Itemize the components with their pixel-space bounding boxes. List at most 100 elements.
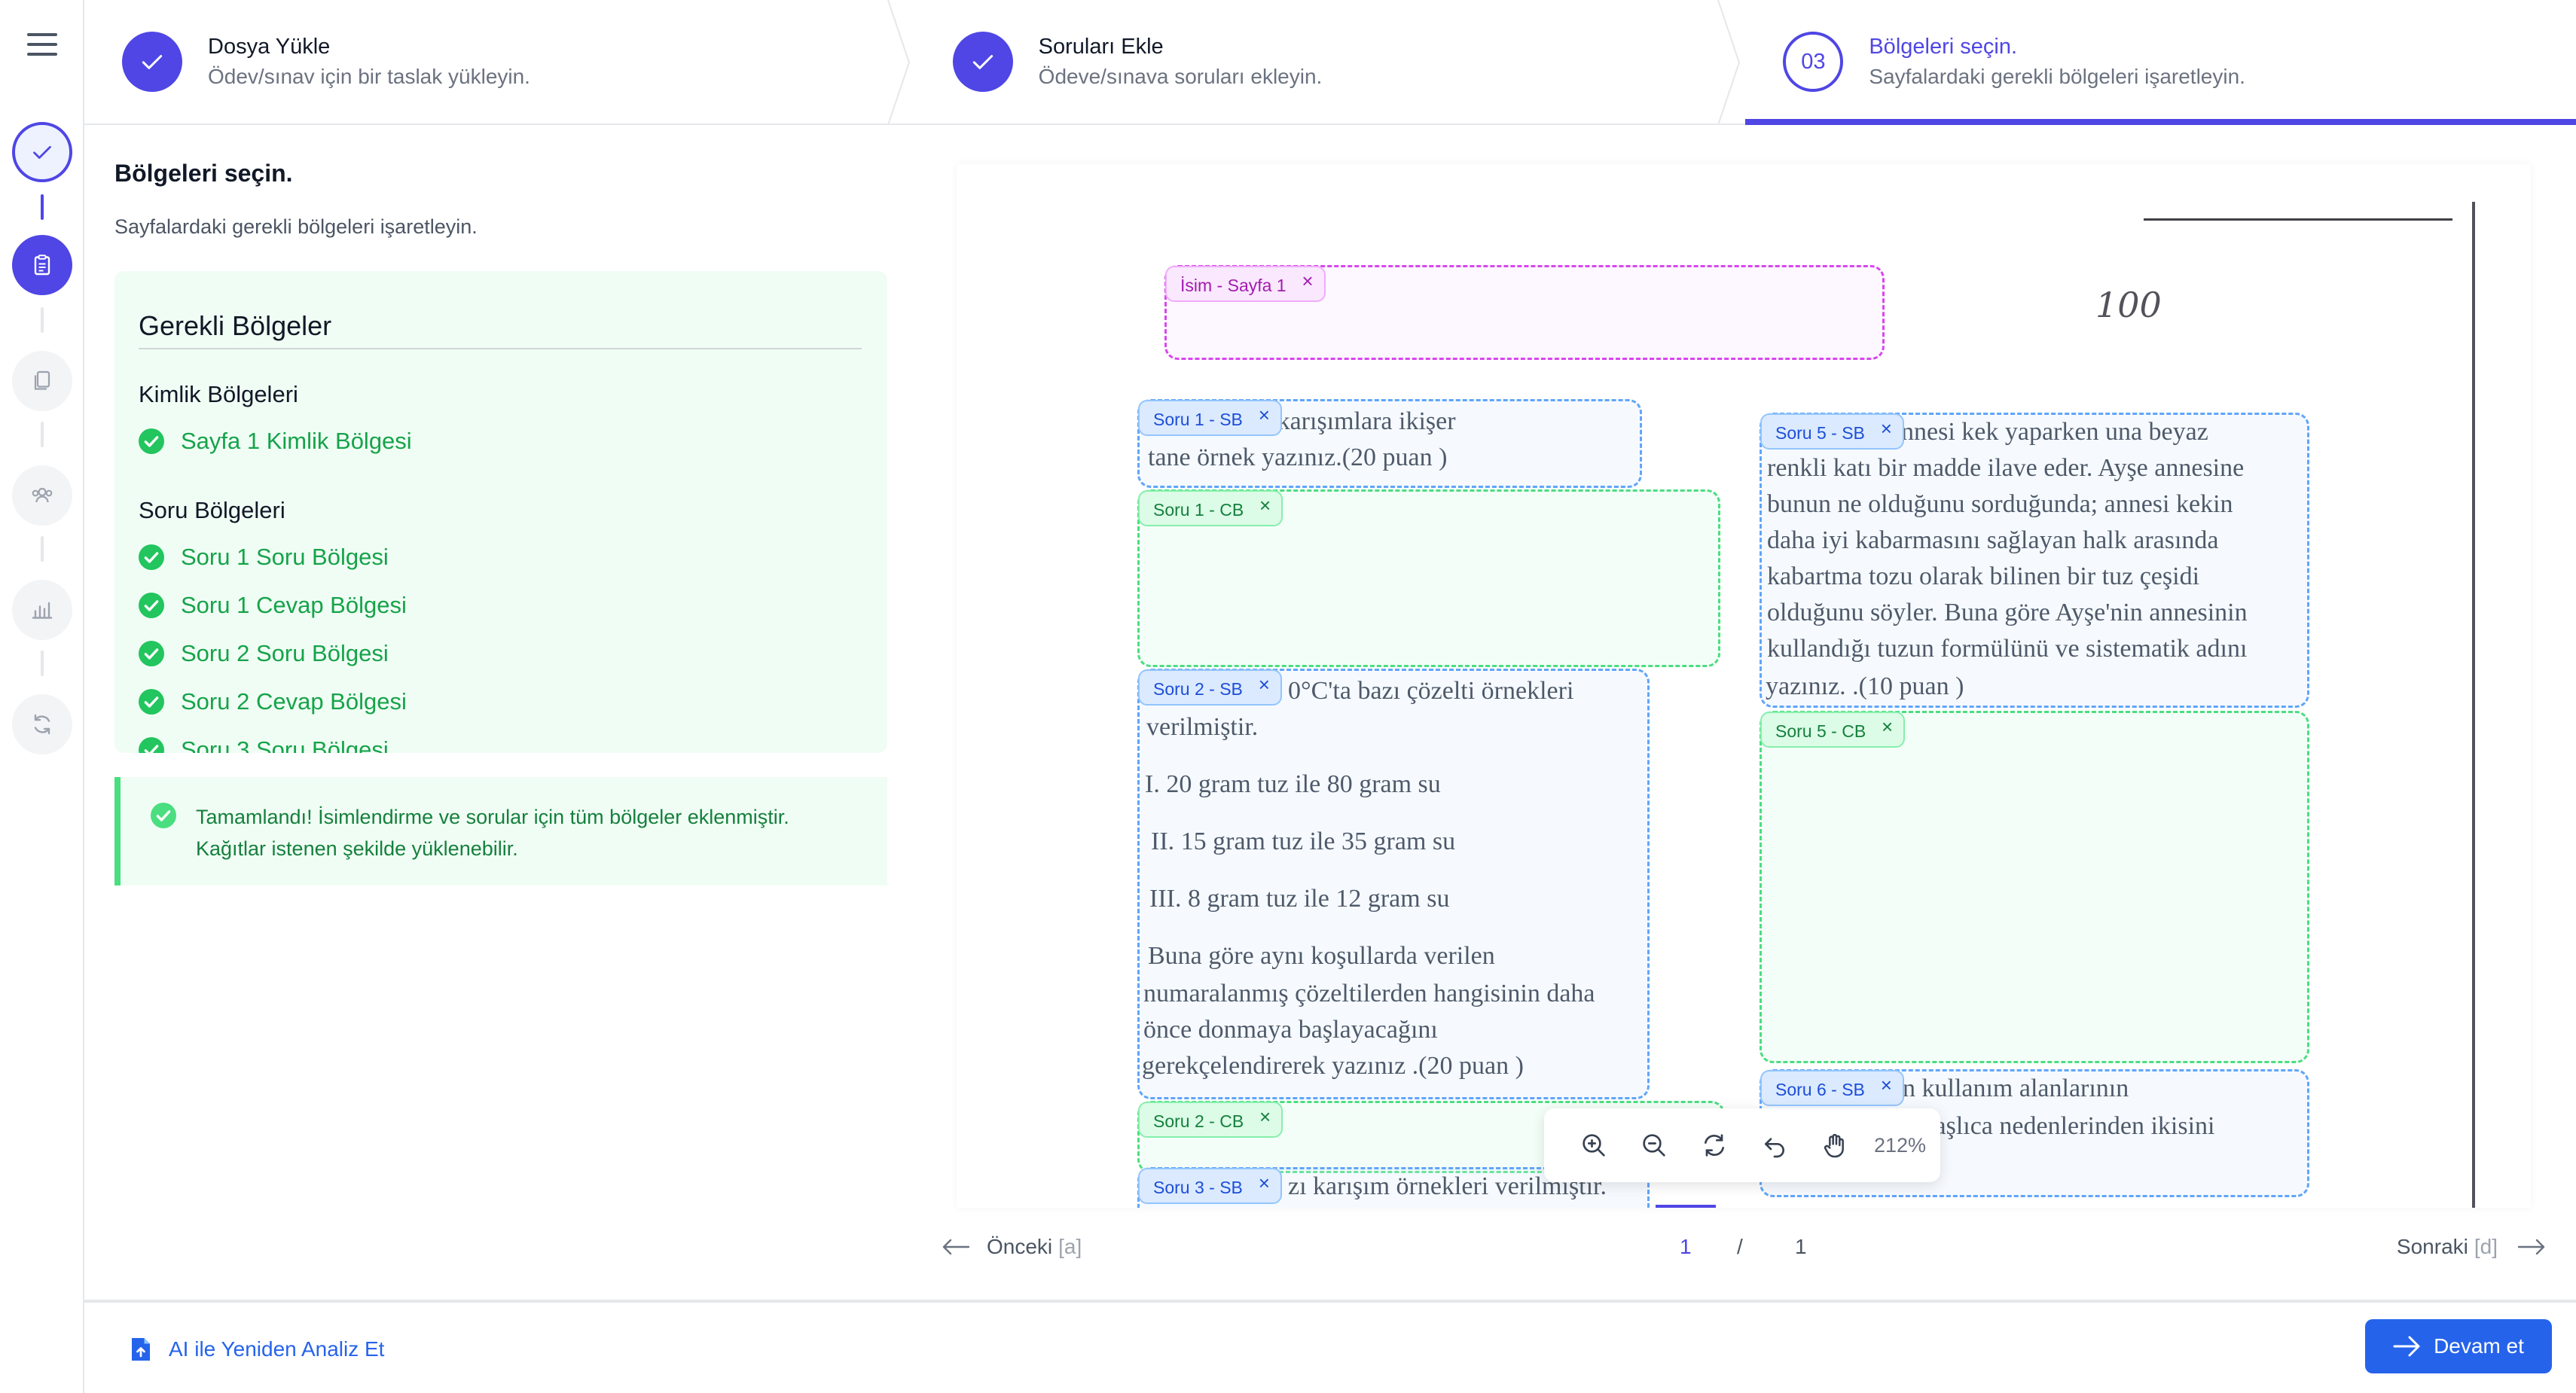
remove-region-icon[interactable]: × bbox=[1882, 709, 1893, 745]
region-question1-sb[interactable]: Soru 1 - SB × bbox=[1137, 399, 1642, 488]
remove-region-icon[interactable]: × bbox=[1259, 397, 1270, 433]
previous-page-button[interactable]: Önceki [a] bbox=[942, 1235, 1082, 1259]
region-list-label: Soru 3 Soru Bölgesi bbox=[181, 736, 389, 753]
region-list-item: Soru 2 Soru Bölgesi bbox=[139, 629, 863, 678]
region-tag[interactable]: Soru 1 - SB × bbox=[1138, 400, 1282, 436]
region-list-label: Sayfa 1 Kimlik Bölgesi bbox=[181, 428, 412, 454]
region-tag-label: Soru 1 - CB bbox=[1153, 500, 1244, 520]
arrow-right-icon bbox=[2393, 1336, 2420, 1357]
reanalyze-ai-button[interactable]: AI ile Yeniden Analiz Et bbox=[130, 1336, 384, 1363]
region-tag[interactable]: Soru 5 - CB × bbox=[1760, 709, 1906, 748]
rail-check-icon[interactable] bbox=[12, 122, 72, 182]
region-list-label: Soru 2 Soru Bölgesi bbox=[181, 640, 389, 666]
step-title: Bölgeleri seçin. bbox=[1869, 35, 2017, 59]
scan-line bbox=[2144, 218, 2452, 221]
region-tag[interactable]: İsim - Sayfa 1 × bbox=[1165, 266, 1326, 302]
zoom-level: 212% bbox=[1874, 1133, 1927, 1157]
check-circle-icon bbox=[139, 428, 164, 454]
next-page-button[interactable]: Sonraki [d] bbox=[2397, 1235, 2546, 1259]
region-tag-label: Soru 6 - SB bbox=[1775, 1080, 1865, 1099]
required-regions-card: Gerekli Bölgeler Kimlik Bölgeleri Sayfa … bbox=[114, 271, 887, 753]
rail-clipboard-icon[interactable] bbox=[12, 235, 72, 295]
rail-connector bbox=[41, 422, 44, 447]
region-question5-sb[interactable]: Soru 5 - SB × bbox=[1760, 413, 2309, 708]
remove-region-icon[interactable]: × bbox=[1302, 263, 1313, 299]
step-description: Ödev/sınav için bir taslak yükleyin. bbox=[208, 65, 530, 88]
zoom-out-icon[interactable] bbox=[1624, 1115, 1684, 1175]
check-circle-icon bbox=[139, 544, 164, 570]
total-pages: 1 bbox=[1795, 1235, 1807, 1258]
region-tag[interactable]: Soru 5 - SB × bbox=[1760, 413, 1904, 450]
rail-connector bbox=[41, 651, 44, 676]
panel-subtitle: Sayfalardaki gerekli bölgeleri işaretley… bbox=[114, 215, 478, 238]
question-regions-heading: Soru Bölgeleri bbox=[139, 497, 285, 523]
required-regions-heading: Gerekli Bölgeler bbox=[139, 310, 862, 349]
active-step-indicator bbox=[1745, 119, 2576, 125]
pan-hand-icon[interactable] bbox=[1805, 1115, 1865, 1175]
step-separator bbox=[1717, 0, 1741, 125]
region-name-page1[interactable]: İsim - Sayfa 1 × bbox=[1164, 265, 1885, 360]
rail-documents-icon[interactable] bbox=[12, 351, 72, 411]
step-regions[interactable]: 03 Bölgeleri seçin. Sayfalardaki gerekli… bbox=[1745, 0, 2576, 125]
region-tag[interactable]: Soru 3 - SB × bbox=[1138, 1168, 1282, 1204]
previous-shortcut: [a] bbox=[1058, 1235, 1082, 1258]
remove-region-icon[interactable]: × bbox=[1259, 1165, 1270, 1201]
region-list-label: Soru 2 Cevap Bölgesi bbox=[181, 688, 407, 715]
continue-button[interactable]: Devam et bbox=[2365, 1319, 2552, 1373]
region-question5-cb[interactable]: Soru 5 - CB × bbox=[1760, 711, 2309, 1063]
completion-message: Tamamlandı! İsimlendirme ve sorular için… bbox=[196, 806, 789, 860]
rail-refresh-icon[interactable] bbox=[12, 694, 72, 754]
rail-users-icon[interactable] bbox=[12, 465, 72, 526]
remove-region-icon[interactable]: × bbox=[1259, 1099, 1271, 1135]
step-upload[interactable]: Dosya Yükle Ödev/sınav için bir taslak y… bbox=[84, 0, 915, 125]
hamburger-menu-icon[interactable] bbox=[27, 33, 57, 59]
page-navigation: Önceki [a] 1 / 1 Sonraki [d] bbox=[942, 1205, 2546, 1280]
remove-region-icon[interactable]: × bbox=[1881, 410, 1892, 447]
handwritten-score: 100 bbox=[2095, 285, 2162, 325]
region-tag-label: Soru 5 - CB bbox=[1775, 721, 1866, 741]
rail-connector bbox=[41, 536, 44, 562]
region-tag[interactable]: Soru 2 - CB × bbox=[1138, 1102, 1283, 1138]
previous-label: Önceki bbox=[987, 1235, 1053, 1258]
rail-chart-icon[interactable] bbox=[12, 580, 72, 640]
zoom-in-icon[interactable] bbox=[1564, 1115, 1624, 1175]
check-circle-icon bbox=[139, 593, 164, 618]
region-list-label: Soru 1 Cevap Bölgesi bbox=[181, 592, 407, 618]
region-question1-cb[interactable]: Soru 1 - CB × bbox=[1137, 489, 1720, 667]
next-label: Sonraki bbox=[2396, 1235, 2468, 1258]
reanalyze-label: AI ile Yeniden Analiz Et bbox=[169, 1337, 385, 1361]
step-number: 03 bbox=[1783, 32, 1844, 92]
region-question2-sb[interactable]: Soru 2 - SB × bbox=[1137, 669, 1650, 1099]
region-tag[interactable]: Soru 6 - SB × bbox=[1760, 1070, 1904, 1106]
current-page[interactable]: 1 bbox=[1680, 1235, 1692, 1259]
region-list-item: Soru 3 Soru Bölgesi bbox=[139, 726, 863, 753]
document-viewer[interactable]: 100 İsim - Sayfa 1 × ve heterojen karışım… bbox=[957, 164, 2531, 1208]
footer-bar: AI ile Yeniden Analiz Et Devam et bbox=[84, 1300, 2576, 1393]
region-tag-label: İsim - Sayfa 1 bbox=[1180, 276, 1286, 295]
remove-region-icon[interactable]: × bbox=[1259, 666, 1270, 703]
rotate-icon[interactable] bbox=[1684, 1115, 1744, 1175]
step-check-icon bbox=[952, 32, 1013, 92]
region-tag-label: Soru 2 - SB bbox=[1153, 679, 1243, 699]
region-tag[interactable]: Soru 2 - SB × bbox=[1138, 669, 1282, 706]
check-circle-icon bbox=[139, 641, 164, 666]
page-separator: / bbox=[1737, 1235, 1743, 1258]
check-circle-icon bbox=[139, 689, 164, 715]
reset-view-icon[interactable] bbox=[1744, 1115, 1805, 1175]
check-circle-icon bbox=[151, 803, 176, 828]
identity-regions-heading: Kimlik Bölgeleri bbox=[139, 381, 298, 407]
remove-region-icon[interactable]: × bbox=[1881, 1067, 1892, 1103]
region-tag-label: Soru 2 - CB bbox=[1153, 1111, 1244, 1131]
region-list-label: Soru 1 Soru Bölgesi bbox=[181, 544, 389, 570]
step-check-icon bbox=[122, 32, 182, 92]
rail-connector bbox=[41, 194, 44, 220]
region-list-item: Soru 2 Cevap Bölgesi bbox=[139, 678, 863, 726]
remove-region-icon[interactable]: × bbox=[1259, 487, 1271, 523]
side-rail bbox=[0, 0, 84, 1393]
completion-alert: Tamamlandı! İsimlendirme ve sorular için… bbox=[114, 777, 887, 885]
arrow-left-icon bbox=[942, 1239, 970, 1255]
region-list-item: Sayfa 1 Kimlik Bölgesi bbox=[139, 417, 863, 465]
step-questions[interactable]: Soruları Ekle Ödeve/sınava soruları ekle… bbox=[915, 0, 1746, 125]
region-list-item: Soru 1 Cevap Bölgesi bbox=[139, 581, 863, 629]
region-tag[interactable]: Soru 1 - CB × bbox=[1138, 490, 1283, 526]
